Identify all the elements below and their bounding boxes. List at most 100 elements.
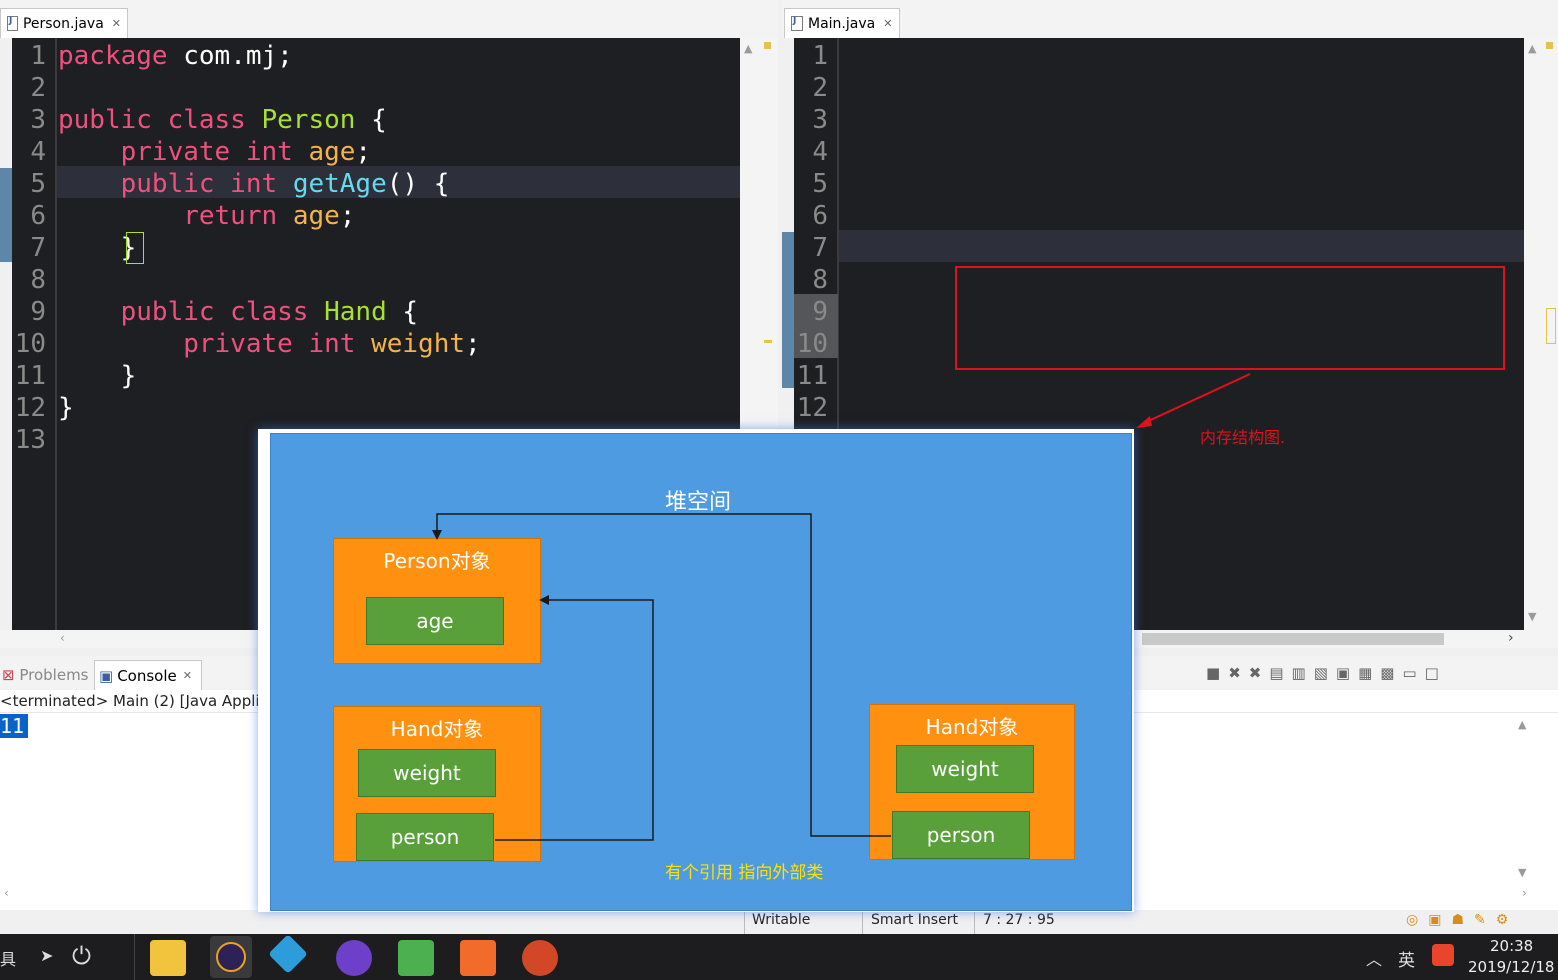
line-number: 13 (14, 425, 46, 455)
tab-person-java[interactable]: Person.java ✕ (0, 8, 128, 38)
line-number: 3 (812, 105, 828, 135)
writable-status: Writable (752, 912, 811, 928)
code-line[interactable]: private int age; (58, 136, 371, 168)
line-number: 10 (14, 329, 46, 359)
app-icon[interactable] (460, 940, 496, 976)
tab-main-java[interactable]: Main.java ✕ (784, 8, 900, 38)
show-hidden-icon[interactable]: ︿ (1366, 946, 1382, 970)
scroll-up-icon[interactable]: ▲ (1518, 718, 1526, 731)
code-token: } (58, 233, 137, 263)
code-token: ; (465, 329, 481, 359)
line-number: 11 (14, 361, 46, 391)
tab-console[interactable]: ▣ Console ✕ (94, 660, 202, 690)
bracket-match-box (126, 232, 144, 264)
java-file-icon (7, 16, 18, 31)
line-number: 2 (30, 73, 46, 103)
line-number: 8 (30, 265, 46, 295)
divider (862, 910, 863, 934)
code-token: age (308, 137, 356, 167)
gutter-divider (55, 38, 57, 630)
console-toolbar[interactable]: ■✖✖▤▥▧▣▦▩▭□ (1206, 664, 1447, 682)
right-vertical-scrollbar[interactable]: ▲ ▼ (1524, 38, 1558, 630)
memory-diagram: 堆空间 Person对象 age Hand对象 weight person Ha… (258, 429, 1134, 912)
annotation-arrow (1136, 373, 1251, 428)
code-token: public int (58, 169, 293, 199)
scroll-right-icon[interactable]: › (1522, 886, 1527, 900)
line-number: 7 (812, 233, 828, 263)
close-icon[interactable]: ✕ (183, 669, 192, 682)
code-line[interactable]: } (58, 232, 137, 264)
code-token: com.mj; (167, 41, 293, 71)
line-number: 9 (812, 297, 828, 327)
display-console-icon[interactable]: ▣ (1336, 664, 1358, 682)
scroll-lock-icon[interactable]: ▤ (1269, 664, 1291, 682)
code-token: () { (386, 169, 450, 199)
code-line[interactable]: } (58, 392, 74, 424)
status-bar: Writable Smart Insert 7 : 27 : 95 ◎▣☗✎⚙ (0, 910, 1558, 934)
tray-icon[interactable]: ⚙ (1496, 912, 1519, 928)
maximize-icon[interactable]: □ (1425, 664, 1447, 682)
code-line[interactable]: } (58, 360, 137, 392)
remove-all-icon[interactable]: ✖ (1249, 664, 1270, 682)
code-line[interactable]: public int getAge() { (58, 168, 450, 200)
tray-icon[interactable]: ▣ (1428, 912, 1451, 928)
line-number: 6 (812, 201, 828, 231)
powerpoint-icon[interactable] (522, 940, 558, 976)
stop-icon[interactable]: ■ (1206, 664, 1228, 682)
pin-icon[interactable]: ▧ (1314, 664, 1336, 682)
cursor-position: 7 : 27 : 95 (983, 912, 1055, 928)
eclipse-app-icon[interactable] (210, 936, 252, 978)
code-line[interactable]: private int weight; (58, 328, 481, 360)
camtasia-icon[interactable] (398, 940, 434, 976)
power-icon[interactable]: ⏻ (72, 942, 91, 970)
sogou-icon[interactable] (1432, 944, 1454, 966)
open-console-icon[interactable]: ▦ (1358, 664, 1380, 682)
app-icon[interactable] (268, 934, 308, 974)
new-console-icon[interactable]: ▩ (1380, 664, 1402, 682)
scroll-up-icon[interactable]: ▲ (744, 42, 752, 55)
highlight-box (955, 266, 1505, 370)
github-icon[interactable] (336, 940, 372, 976)
tab-problems[interactable]: ⊠ Problems (2, 666, 89, 684)
minimize-icon[interactable]: ▭ (1402, 664, 1424, 682)
console-icon: ▣ (99, 666, 114, 685)
code-token: private int (58, 137, 309, 167)
code-line[interactable]: package com.mj; (58, 40, 293, 72)
line-number: 10 (796, 329, 828, 359)
code-line[interactable]: return age; (58, 200, 355, 232)
code-token: getAge (292, 169, 387, 199)
code-line[interactable]: public class Person { (58, 104, 387, 136)
scroll-left-icon[interactable]: ‹ (60, 631, 65, 645)
file-explorer-icon[interactable] (150, 940, 186, 976)
scroll-up-icon[interactable]: ▲ (1528, 42, 1536, 55)
close-icon[interactable]: ✕ (883, 17, 892, 30)
tray-icon[interactable]: ◎ (1406, 912, 1428, 928)
code-line[interactable]: public class Hand { (58, 296, 418, 328)
status-tray-icons[interactable]: ◎▣☗✎⚙ (1406, 912, 1518, 928)
scroll-thumb[interactable] (1142, 633, 1444, 645)
current-line-highlight (839, 230, 1524, 262)
close-icon[interactable]: ✕ (112, 17, 121, 30)
word-wrap-icon[interactable]: ▥ (1292, 664, 1314, 682)
code-token: return (58, 201, 293, 231)
line-number: 11 (796, 361, 828, 391)
tray-icon[interactable]: ☗ (1451, 912, 1474, 928)
ime-indicator[interactable]: 英 (1398, 946, 1415, 971)
line-number: 12 (796, 393, 828, 423)
scroll-right-icon[interactable]: › (1508, 630, 1514, 646)
code-token: weight (371, 329, 465, 359)
scroll-left-icon[interactable]: ‹ (4, 886, 9, 900)
ruler-mark (1546, 308, 1556, 344)
tray-icon[interactable]: ✎ (1474, 912, 1496, 928)
code-token: private int (58, 329, 372, 359)
scroll-down-icon[interactable]: ▼ (1518, 866, 1526, 879)
arrow-icon[interactable]: ➤ (40, 946, 53, 965)
scroll-down-icon[interactable]: ▼ (1528, 610, 1536, 623)
code-token: } (58, 361, 137, 391)
line-number: 4 (812, 137, 828, 167)
java-file-icon (791, 16, 803, 31)
taskbar-left-label: 具 (0, 950, 17, 969)
line-number: 6 (30, 201, 46, 231)
remove-launch-icon[interactable]: ✖ (1228, 664, 1249, 682)
code-token: } (58, 393, 74, 423)
